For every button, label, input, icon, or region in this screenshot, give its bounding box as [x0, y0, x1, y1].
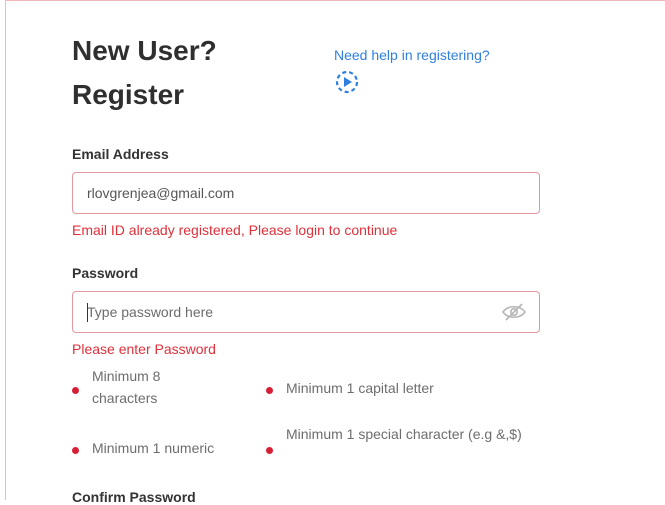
eye-slash-icon[interactable]: [501, 302, 527, 322]
rule-capital-letter: Minimum 1 capital letter: [266, 365, 536, 415]
text-cursor: [87, 303, 88, 322]
rule-bullet: [72, 387, 79, 394]
rule-text: Minimum 8 characters: [92, 368, 161, 406]
password-input[interactable]: [87, 292, 487, 332]
play-circle-icon[interactable]: [334, 69, 360, 95]
title-line-2: Register: [72, 79, 185, 110]
email-input[interactable]: [87, 173, 487, 213]
rule-bullet: [266, 447, 273, 454]
rule-bullet: [266, 387, 273, 394]
confirm-password-label: Confirm Password: [72, 489, 196, 505]
password-error-message: Please enter Password: [72, 341, 216, 357]
email-field-box: [72, 172, 540, 214]
rule-text: Minimum 1 numeric: [92, 440, 215, 456]
rule-min-length: Minimum 8 characters: [72, 365, 252, 415]
rule-special-character: Minimum 1 special character (e.g &,$): [266, 423, 546, 473]
help-section: Need help in registering?: [334, 47, 554, 95]
register-panel: New User? Register Need help in register…: [5, 0, 665, 505]
password-label: Password: [72, 265, 139, 281]
password-rules-list: Minimum 8 characters Minimum 1 capital l…: [72, 365, 552, 475]
rule-bullet: [72, 447, 79, 454]
rule-text: Minimum 1 special character (e.g &,$): [286, 426, 522, 442]
page-title: New User? Register: [72, 29, 217, 117]
help-registering-link[interactable]: Need help in registering?: [334, 47, 554, 63]
rule-text: Minimum 1 capital letter: [286, 380, 434, 396]
rule-numeric: Minimum 1 numeric: [72, 427, 266, 477]
email-error-message: Email ID already registered, Please logi…: [72, 222, 398, 238]
email-label: Email Address: [72, 146, 169, 162]
title-line-1: New User?: [72, 35, 217, 66]
password-field-box: [72, 291, 540, 333]
